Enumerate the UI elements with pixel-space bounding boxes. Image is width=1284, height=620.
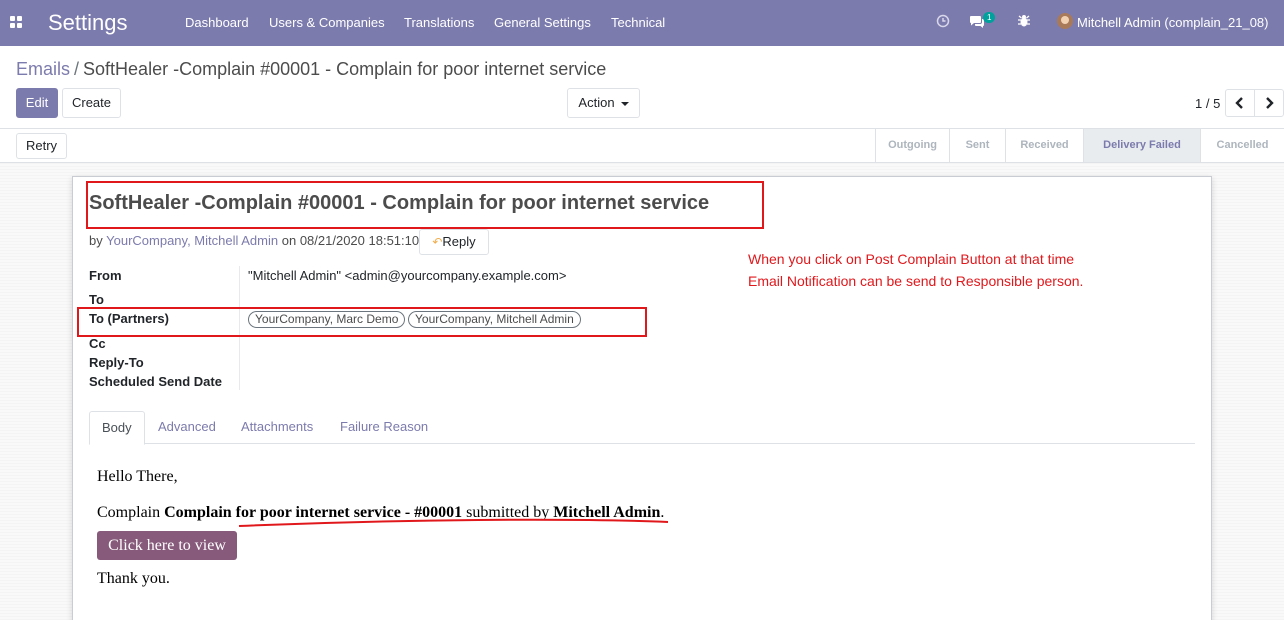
body-closing: Thank you. — [97, 570, 170, 587]
partners-highlight-box — [77, 307, 647, 337]
subject-highlight-box — [86, 181, 764, 229]
pager-previous-button[interactable] — [1225, 89, 1255, 117]
stage-received[interactable]: Received — [1005, 129, 1083, 162]
tab-failure-reason[interactable]: Failure Reason — [328, 411, 440, 444]
scheduled-send-date-label: Scheduled Send Date — [89, 374, 222, 389]
annotation-line-2: Email Notification can be send to Respon… — [748, 273, 1084, 289]
reply-to-label: Reply-To — [89, 355, 144, 370]
tab-attachments[interactable]: Attachments — [229, 411, 325, 444]
user-menu[interactable]: Mitchell Admin (complain_21_08) — [1077, 15, 1268, 30]
byline-authors-link[interactable]: YourCompany, Mitchell Admin — [106, 233, 278, 248]
cc-label: Cc — [89, 336, 106, 351]
from-label: From — [89, 268, 122, 283]
reply-button[interactable]: ↶Reply — [419, 229, 489, 255]
action-dropdown[interactable]: Action — [567, 88, 640, 118]
annotation-line-1: When you click on Post Complain Button a… — [748, 251, 1075, 267]
menu-general-settings[interactable]: General Settings — [494, 15, 591, 30]
bug-icon[interactable] — [1017, 14, 1031, 28]
tab-body[interactable]: Body — [89, 411, 145, 445]
reply-label: Reply — [442, 234, 476, 249]
apps-icon[interactable] — [10, 16, 22, 28]
menu-users-companies[interactable]: Users & Companies — [269, 15, 385, 30]
email-byline: by YourCompany, Mitchell Admin on 08/21/… — [89, 233, 419, 248]
body-greeting: Hello There, — [97, 468, 178, 485]
breadcrumb: Emails / SoftHealer -Complain #00001 - Com… — [16, 59, 606, 80]
menu-translations[interactable]: Translations — [404, 15, 474, 30]
menu-technical[interactable]: Technical — [611, 15, 665, 30]
chevron-right-icon — [1266, 97, 1274, 109]
caret-down-icon — [620, 101, 629, 106]
pager-next-button[interactable] — [1254, 89, 1284, 117]
annotation-note: When you click on Post Complain Button a… — [748, 248, 1083, 292]
complain-prefix: Complain — [97, 504, 165, 521]
stage-cancelled[interactable]: Cancelled — [1200, 129, 1284, 162]
statusbar: Retry Outgoing Sent Received Delivery Fa… — [0, 129, 1284, 163]
email-date: 08/21/2020 18:51:10 — [299, 233, 420, 248]
user-avatar[interactable] — [1057, 13, 1073, 29]
stage-sent[interactable]: Sent — [949, 129, 1005, 162]
menu-dashboard[interactable]: Dashboard — [185, 15, 249, 30]
stage-outgoing[interactable]: Outgoing — [875, 129, 949, 162]
pager-value[interactable]: 1 / 5 — [1195, 96, 1220, 111]
breadcrumb-separator: / — [74, 59, 80, 79]
byline-by: by — [89, 233, 103, 248]
app-title[interactable]: Settings — [48, 10, 128, 36]
to-label: To — [89, 292, 104, 307]
stage-pipeline: Outgoing Sent Received Delivery Failed C… — [875, 129, 1284, 162]
clock-icon[interactable] — [936, 14, 950, 28]
chevron-left-icon — [1235, 97, 1243, 109]
breadcrumb-current: SoftHealer -Complain #00001 - Complain f… — [83, 59, 607, 79]
notification-badge: 1 — [983, 12, 996, 23]
notebook-tabs: Body Advanced Attachments Failure Reason — [89, 411, 1195, 445]
tab-advanced[interactable]: Advanced — [146, 411, 228, 444]
breadcrumb-emails-link[interactable]: Emails — [16, 59, 70, 79]
edit-button[interactable]: Edit — [16, 88, 58, 118]
top-navbar: Settings Dashboard Users & Companies Tra… — [0, 0, 1284, 46]
from-value[interactable]: "Mitchell Admin" <admin@yourcompany.exam… — [248, 268, 566, 283]
click-here-to-view-button[interactable]: Click here to view — [97, 531, 237, 560]
create-button[interactable]: Create — [62, 88, 121, 118]
complain-underline-annotation — [238, 518, 669, 527]
reply-arrow-icon: ↶ — [432, 235, 443, 249]
action-label: Action — [578, 95, 615, 110]
retry-button[interactable]: Retry — [16, 133, 68, 159]
stage-delivery-failed[interactable]: Delivery Failed — [1083, 129, 1200, 162]
byline-on: on — [281, 233, 297, 248]
